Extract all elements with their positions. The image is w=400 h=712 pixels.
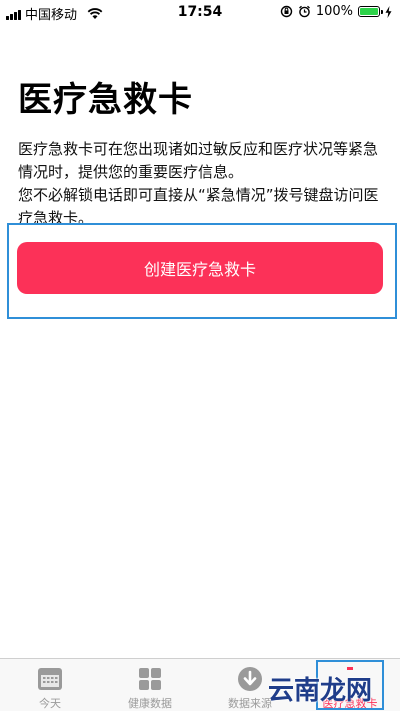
calendar-icon [38,668,62,690]
charging-icon [385,5,392,18]
battery-percent: 100% [315,4,353,19]
create-medical-id-button[interactable]: 创建医疗急救卡 [17,242,383,294]
page-title: 医疗急救卡 [18,80,193,120]
orientation-lock-icon [280,5,293,18]
alarm-icon [298,5,310,18]
tab-label: 数据来源 [228,697,272,710]
description: 医疗急救卡可在您出现诸如过敏反应和医疗状况等紧急情况时，提供您的重要医疗信息。 … [18,138,384,230]
watermark: 云南龙网 [268,676,373,706]
tab-health-data[interactable]: 健康数据 [100,659,200,712]
status-bar: 中国移动 17:54 100% [0,0,400,24]
status-right: 100% [280,4,392,19]
tab-today[interactable]: 今天 [0,659,100,712]
tab-label: 今天 [39,697,61,710]
battery-icon [358,6,383,17]
download-icon [238,667,262,691]
grid-icon [139,668,161,690]
description-paragraph-1: 医疗急救卡可在您出现诸如过敏反应和医疗状况等紧急情况时，提供您的重要医疗信息。 [18,140,379,181]
tab-label: 健康数据 [128,697,172,710]
